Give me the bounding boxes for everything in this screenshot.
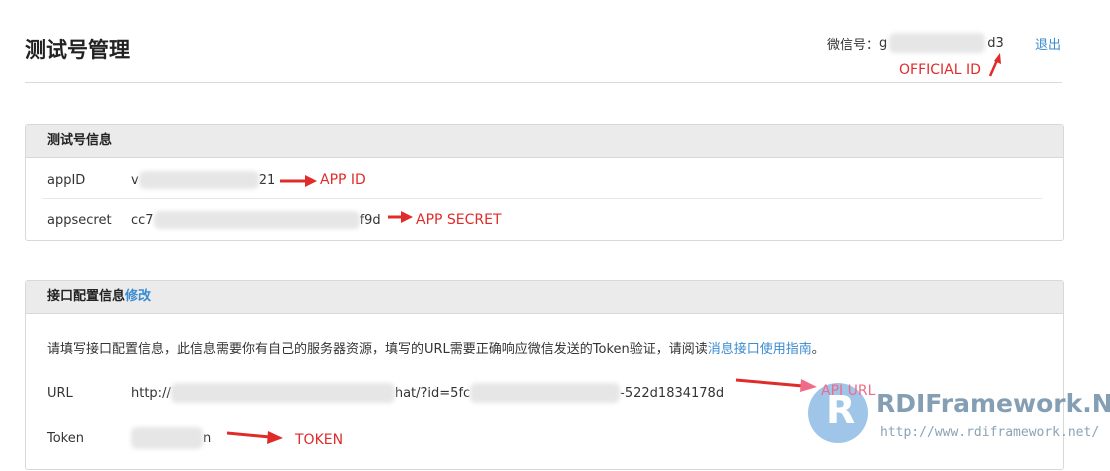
wechat-id-redacted [889, 33, 986, 53]
url-label: URL [47, 385, 73, 401]
wechat-id-prefix: g [879, 35, 888, 51]
url-row: URL http:// hat/?id=5fc -522d1834178d [47, 383, 724, 403]
token-value[interactable]: n [131, 427, 211, 449]
edit-link[interactable]: 修改 [125, 289, 151, 304]
api-url-annotation: API URL [821, 383, 876, 399]
interface-config-title: 接口配置信息 [47, 289, 126, 304]
app-id-arrow [280, 175, 317, 187]
token-label: Token [47, 430, 84, 446]
watermark-title: RDIFramework.NET [876, 389, 1110, 418]
app-secret-arrow [388, 211, 413, 223]
test-account-panel: 测试号信息 appID v 21 appsecret cc7 f9d [25, 124, 1064, 241]
panel-title: 测试号信息 [26, 125, 1063, 158]
wechat-id-suffix: d3 [987, 35, 1004, 51]
logout-link[interactable]: 退出 [1035, 34, 1061, 53]
official-id-arrow [988, 53, 1001, 77]
appid-label: appID [47, 172, 86, 188]
official-id-annotation: OFFICIAL ID [899, 62, 981, 78]
app-secret-annotation: APP SECRET [416, 212, 502, 228]
appid-row: appID v 21 [47, 171, 275, 189]
watermark-url: http://www.rdiframework.net/ [880, 425, 1100, 440]
url-redacted-2 [470, 383, 621, 403]
token-redacted [131, 427, 203, 449]
api-url-arrow [735, 378, 817, 392]
appsecret-row: appsecret cc7 f9d [47, 211, 381, 229]
url-redacted-1 [170, 383, 395, 403]
row-divider [42, 198, 1042, 199]
token-annotation: TOKEN [295, 432, 344, 448]
app-id-annotation: APP ID [320, 172, 366, 188]
appid-redacted [138, 171, 259, 189]
page-title: 测试号管理 [25, 38, 130, 62]
appsecret-redacted [153, 211, 360, 229]
token-row: Token n [47, 427, 211, 449]
url-value[interactable]: http:// hat/?id=5fc -522d1834178d [131, 383, 724, 403]
appsecret-label: appsecret [47, 212, 112, 228]
interface-description: 请填写接口配置信息，此信息需要你有自己的服务器资源，填写的URL需要正确响应微信… [47, 338, 825, 357]
appsecret-value[interactable]: cc7 f9d [131, 211, 381, 229]
appid-value[interactable]: v 21 [131, 171, 275, 189]
token-arrow [226, 431, 283, 444]
wechat-account: 微信号： g d3 [827, 33, 1004, 53]
header-divider [25, 82, 1062, 83]
wechat-label: 微信号： [827, 37, 880, 53]
guide-link[interactable]: 消息接口使用指南 [708, 338, 812, 357]
panel-title: 接口配置信息修改 [26, 281, 1063, 314]
interface-config-panel: 接口配置信息修改 请填写接口配置信息，此信息需要你有自己的服务器资源，填写的UR… [25, 280, 1064, 470]
